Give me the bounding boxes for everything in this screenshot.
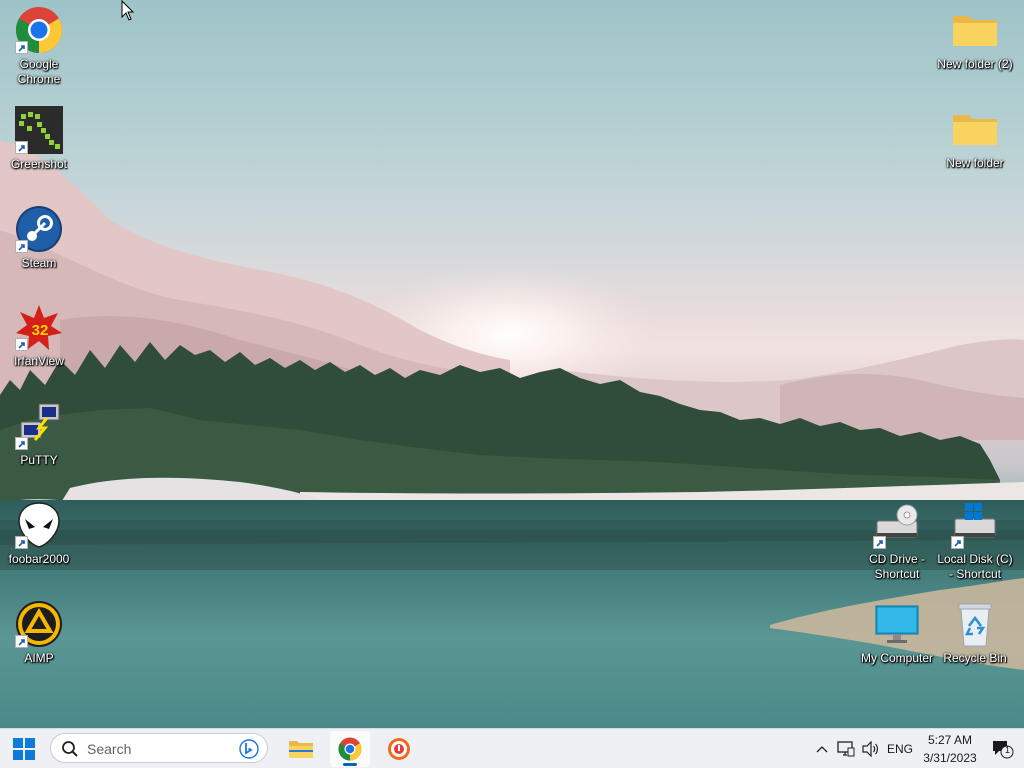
folder-icon bbox=[951, 6, 999, 54]
clock-time: 5:27 AM bbox=[927, 733, 973, 747]
desktop-icon-label: New folder bbox=[946, 156, 1004, 170]
desktop-icon-label: Greenshot bbox=[10, 157, 68, 171]
tray-language[interactable]: ENG bbox=[884, 729, 916, 769]
desktop-icon-greenshot[interactable]: Greenshot bbox=[1, 106, 77, 172]
bing-icon bbox=[239, 739, 259, 759]
recycle-bin-icon bbox=[951, 600, 999, 648]
speaker-icon bbox=[862, 741, 878, 757]
greenshot-icon bbox=[15, 106, 63, 154]
shortcut-arrow-icon bbox=[15, 141, 28, 154]
desktop-icon-recycle-bin[interactable]: Recycle Bin bbox=[937, 600, 1013, 666]
search-icon bbox=[62, 741, 78, 757]
desktop-icon-label: CD Drive - Shortcut bbox=[869, 552, 925, 581]
search-placeholder: Search bbox=[87, 741, 132, 757]
desktop-icon-my-computer[interactable]: My Computer bbox=[859, 600, 935, 666]
desktop-icon-irfanview[interactable]: 32 IrfanView bbox=[1, 303, 77, 369]
shortcut-arrow-icon bbox=[15, 240, 28, 253]
mouse-cursor-icon bbox=[121, 0, 135, 27]
svg-text:32: 32 bbox=[32, 322, 49, 339]
monitor-icon bbox=[873, 600, 921, 648]
desktop-icon-label: Google Chrome bbox=[17, 57, 61, 86]
desktop-icon-new-folder-2[interactable]: New folder (2) bbox=[937, 6, 1013, 72]
putty-icon bbox=[15, 402, 63, 450]
irfanview-icon: 32 bbox=[15, 303, 63, 351]
tray-volume[interactable] bbox=[860, 729, 882, 769]
folder-icon bbox=[951, 105, 999, 153]
shortcut-arrow-icon bbox=[873, 536, 886, 549]
desktop-icon-label: foobar2000 bbox=[8, 552, 70, 566]
desktop-icon-label: Local Disk (C) - Shortcut bbox=[937, 552, 1013, 581]
notification-icon bbox=[993, 741, 1014, 759]
desktop-icon-label: Steam bbox=[21, 256, 57, 270]
tray-show-hidden-icons[interactable] bbox=[812, 729, 832, 769]
desktop-icon-label: New folder (2) bbox=[937, 57, 1013, 71]
tray-clock[interactable]: 5:27 AM 3/31/2023 bbox=[918, 731, 982, 767]
start-button[interactable] bbox=[4, 729, 44, 769]
desktop-icon-aimp[interactable]: AIMP bbox=[1, 600, 77, 666]
shortcut-arrow-icon bbox=[951, 536, 964, 549]
tray-network[interactable] bbox=[835, 729, 857, 769]
orange-app-icon bbox=[388, 738, 410, 760]
shortcut-arrow-icon bbox=[15, 635, 28, 648]
desktop-icon-foobar2000[interactable]: foobar2000 bbox=[1, 501, 77, 567]
steam-icon bbox=[15, 205, 63, 253]
desktop-icon-label: My Computer bbox=[860, 651, 934, 665]
chrome-icon bbox=[338, 737, 362, 761]
desktop-icon-google-chrome[interactable]: Google Chrome bbox=[1, 6, 77, 87]
clock-date: 3/31/2023 bbox=[923, 751, 977, 765]
taskbar-file-explorer[interactable] bbox=[281, 729, 321, 769]
desktop-icon-steam[interactable]: Steam bbox=[1, 205, 77, 271]
shortcut-arrow-icon bbox=[15, 41, 28, 54]
taskbar: Search ENG 5:27 AM 3/31/2023 1 bbox=[0, 728, 1024, 768]
aimp-icon bbox=[15, 600, 63, 648]
desktop-icon-putty[interactable]: PuTTY bbox=[1, 402, 77, 468]
chevron-up-icon bbox=[816, 746, 828, 753]
desktop-icon-label: IrfanView bbox=[14, 354, 64, 368]
taskbar-orange-app[interactable] bbox=[379, 729, 419, 769]
desktop-icon-cd-drive-shortcut[interactable]: CD Drive - Shortcut bbox=[859, 501, 935, 582]
notification-count: 1 bbox=[1005, 745, 1011, 755]
local-disk-icon bbox=[951, 501, 999, 549]
folder-icon bbox=[289, 741, 313, 758]
windows-logo-icon bbox=[13, 738, 35, 760]
desktop-icon-new-folder[interactable]: New folder bbox=[937, 105, 1013, 171]
taskbar-search-box[interactable]: Search bbox=[50, 733, 268, 763]
desktop-icon-label: AIMP bbox=[24, 651, 54, 665]
desktop-icon-local-disk-shortcut[interactable]: Local Disk (C) - Shortcut bbox=[937, 501, 1013, 582]
shortcut-arrow-icon bbox=[15, 536, 28, 549]
desktop-icon-label: PuTTY bbox=[20, 453, 58, 467]
foobar-icon bbox=[15, 501, 63, 549]
taskbar-chrome[interactable] bbox=[330, 731, 370, 767]
desktop-icon-label: Recycle Bin bbox=[943, 651, 1007, 665]
cd-drive-icon bbox=[873, 501, 921, 549]
network-icon bbox=[837, 741, 855, 757]
shortcut-arrow-icon bbox=[15, 338, 28, 351]
shortcut-arrow-icon bbox=[15, 437, 28, 450]
chrome-icon bbox=[15, 6, 63, 54]
tray-notifications[interactable]: 1 bbox=[988, 729, 1018, 769]
